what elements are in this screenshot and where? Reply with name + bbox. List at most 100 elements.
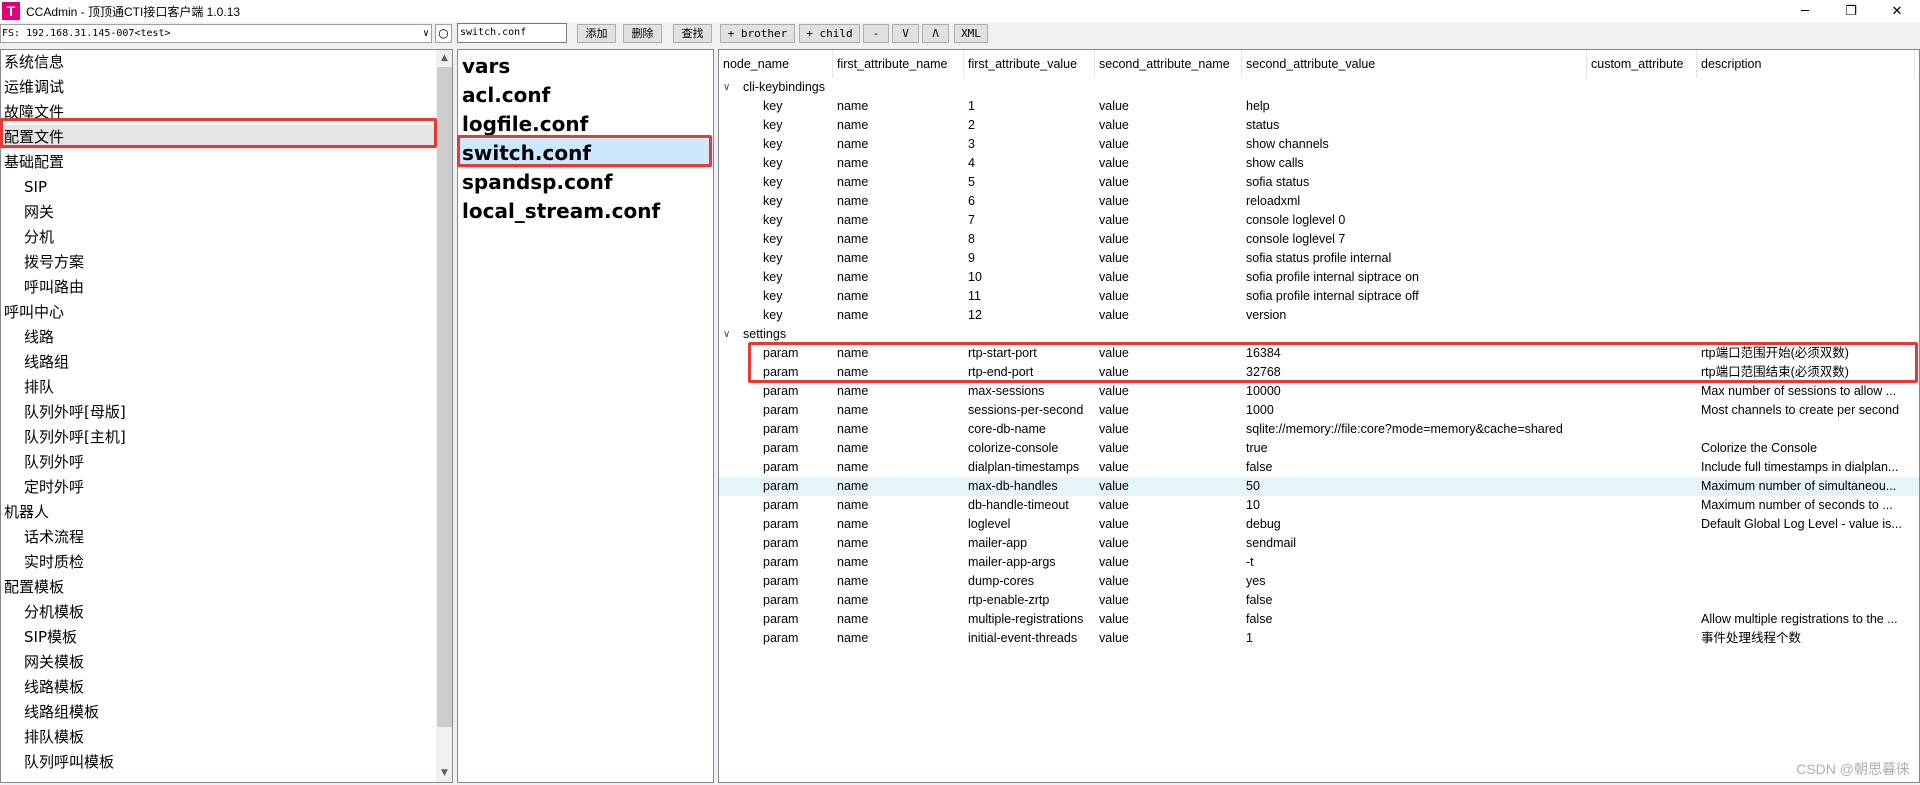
tree-group-row[interactable]: ∨ cli-keybindings [719,78,1919,97]
xml-button[interactable]: XML [954,24,988,43]
table-row[interactable]: param name rtp-start-port value 16384 rtp端口范围… [719,344,1919,363]
scroll-up-icon[interactable]: ▲ [436,50,452,67]
table-row[interactable]: param name initial-event-threads value 1 事件处理… [719,629,1919,648]
table-row[interactable]: key name 3 value show channels [719,135,1919,154]
cell-second-attribute-name: value [1099,99,1129,113]
file-item[interactable]: switch.conf [458,139,713,168]
file-item[interactable]: vars [458,52,713,81]
nav-scrollbar[interactable]: ▲ ▼ [436,50,452,782]
nav-item[interactable]: 系统信息 [1,50,64,74]
find-button[interactable]: 查找 [673,24,712,43]
nav-item[interactable]: 排队 [1,375,54,399]
table-row[interactable]: param name db-handle-timeout value 10 Maximum… [719,496,1919,515]
table-row[interactable]: param name max-sessions value 10000 Max numbe… [719,382,1919,401]
table-row[interactable]: key name 5 value sofia status [719,173,1919,192]
table-row[interactable]: param name loglevel value debug Default Globa… [719,515,1919,534]
nav-item[interactable]: 线路组模板 [1,700,99,724]
nav-item[interactable]: 网关 [1,200,54,224]
nav-item[interactable]: 拨号方案 [1,250,84,274]
cell-node-name: key [763,118,783,132]
table-row[interactable]: key name 1 value help [719,97,1919,116]
table-row[interactable]: param name colorize-console value true Colori… [719,439,1919,458]
table-row[interactable]: key name 11 value sofia profile internal sip… [719,287,1919,306]
column-header[interactable]: node_name [719,50,833,78]
table-row[interactable]: param name dump-cores value yes [719,572,1919,591]
file-item[interactable]: logfile.conf [458,110,713,139]
nav-item[interactable]: 配置模板 [1,575,64,599]
table-row[interactable]: param name multiple-registrations value fals… [719,610,1919,629]
cell-node-name: key [763,194,783,208]
nav-item[interactable]: 队列呼叫模板 [1,750,114,774]
column-header[interactable]: description [1697,50,1915,78]
file-item[interactable]: acl.conf [458,81,713,110]
refresh-button[interactable]: ○ [435,24,452,43]
table-row[interactable]: param name rtp-end-port value 32768 rtp端口范围结束… [719,363,1919,382]
nav-item[interactable]: 网关模板 [1,650,84,674]
nav-item[interactable]: 话术流程 [1,525,84,549]
column-header[interactable]: first_attribute_value [964,50,1095,78]
fs-server-select[interactable]: FS: 192.168.31.145-007<test> ∨ [0,24,432,43]
table-row[interactable]: key name 2 value status [719,116,1919,135]
search-input[interactable]: switch.conf [457,23,567,43]
nav-item[interactable]: 实时质检 [1,550,84,574]
nav-item[interactable]: 机器人 [1,500,49,524]
table-row[interactable]: param name rtp-enable-zrtp value false [719,591,1919,610]
column-header[interactable]: second_attribute_value [1242,50,1587,78]
maximize-button[interactable]: ❐ [1828,0,1874,22]
cell-node-name: param [763,631,799,645]
table-row[interactable]: key name 9 value sofia status profile intern… [719,249,1919,268]
table-row[interactable]: param name dialplan-timestamps value false In… [719,458,1919,477]
delete-button[interactable]: 删除 [623,24,662,43]
nav-item[interactable]: 线路组 [1,350,69,374]
tree-group-row[interactable]: ∨ settings [719,325,1919,344]
table-row[interactable]: key name 10 value sofia profile internal sip… [719,268,1919,287]
nav-item[interactable]: 线路 [1,325,54,349]
add-button[interactable]: 添加 [577,24,616,43]
nav-item[interactable]: 运维调试 [1,75,64,99]
table-row[interactable]: param name max-db-handles value 50 Maximum nu… [719,477,1919,496]
add-child-button[interactable]: + child [799,24,860,43]
remove-node-button[interactable]: - [863,24,889,43]
table-row[interactable]: key name 8 value console loglevel 7 [719,230,1919,249]
cell-second-attribute-name: value [1099,346,1129,360]
cell-first-attribute-value: colorize-console [968,441,1059,455]
move-up-button[interactable]: Λ [922,24,949,43]
nav-item[interactable]: 队列外呼 [1,450,84,474]
nav-item[interactable]: 排队模板 [1,725,84,749]
nav-item[interactable]: 分机 [1,225,54,249]
cell-node-name: param [763,536,799,550]
scroll-thumb[interactable] [437,67,452,727]
table-row[interactable]: param name sessions-per-second value 1000 Mos… [719,401,1919,420]
column-header[interactable]: custom_attribute [1587,50,1697,78]
collapse-chevron-icon[interactable]: ∨ [723,325,730,344]
column-header[interactable]: second_attribute_name [1095,50,1242,78]
nav-item[interactable]: 故障文件 [1,100,64,124]
close-button[interactable]: ✕ [1874,0,1920,22]
file-item[interactable]: local_stream.conf [458,197,713,226]
nav-item[interactable]: 呼叫路由 [1,275,84,299]
nav-item[interactable]: 定时外呼 [1,475,84,499]
table-row[interactable]: key name 7 value console loglevel 0 [719,211,1919,230]
file-item[interactable]: spandsp.conf [458,168,713,197]
table-row[interactable]: param name mailer-app value sendmail [719,534,1919,553]
table-row[interactable]: param name mailer-app-args value -t [719,553,1919,572]
nav-item[interactable]: 队列外呼[母版] [1,400,126,424]
nav-item[interactable]: 基础配置 [1,150,64,174]
table-row[interactable]: key name 4 value show calls [719,154,1919,173]
collapse-chevron-icon[interactable]: ∨ [723,78,730,97]
add-brother-button[interactable]: + brother [720,24,795,43]
minimize-button[interactable]: ─ [1782,0,1828,22]
table-row[interactable]: key name 12 value version [719,306,1919,325]
table-row[interactable]: param name core-db-name value sqlite://memor… [719,420,1919,439]
nav-item[interactable]: 配置文件 [1,125,436,149]
scroll-down-icon[interactable]: ▼ [436,765,452,782]
nav-item[interactable]: 分机模板 [1,600,84,624]
nav-item[interactable]: SIP模板 [1,625,77,649]
nav-item[interactable]: 线路模板 [1,675,84,699]
nav-item[interactable]: SIP [1,175,47,199]
nav-item[interactable]: 队列外呼[主机] [1,425,126,449]
move-down-button[interactable]: V [892,24,919,43]
column-header[interactable]: first_attribute_name [833,50,964,78]
table-row[interactable]: key name 6 value reloadxml [719,192,1919,211]
nav-item[interactable]: 呼叫中心 [1,300,64,324]
